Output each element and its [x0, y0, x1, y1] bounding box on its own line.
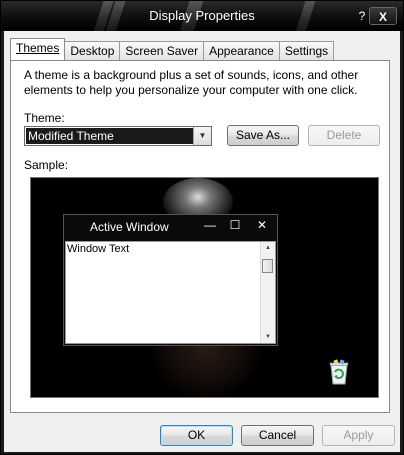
sample-scrollbar: ▲ ▼ — [260, 242, 275, 343]
cancel-button[interactable]: Cancel — [241, 425, 314, 446]
tab-label: Settings — [284, 44, 329, 58]
sample-window-title: Active Window — [90, 220, 169, 234]
display-properties-window: Display Properties ? X Themes Desktop Sc… — [0, 0, 404, 455]
sample-label: Sample: — [24, 158, 69, 172]
ok-button[interactable]: OK — [160, 425, 233, 446]
dialog-client-area: Themes Desktop Screen Saver Appearance S… — [4, 31, 400, 452]
save-as-button[interactable]: Save As... — [227, 125, 299, 146]
sample-window-client: Window Text ▲ ▼ — [65, 241, 276, 344]
apply-button[interactable]: Apply — [322, 425, 395, 446]
title-bar[interactable]: Display Properties ? X — [1, 1, 403, 31]
theme-label: Theme: — [24, 111, 65, 125]
tab-desktop[interactable]: Desktop — [64, 41, 121, 60]
tab-strip: Themes Desktop Screen Saver Appearance S… — [10, 38, 335, 61]
tab-settings[interactable]: Settings — [278, 41, 335, 60]
help-button[interactable]: ? — [355, 7, 369, 25]
close-icon: ✕ — [256, 218, 268, 232]
scroll-thumb — [262, 259, 273, 273]
scroll-down-arrow-icon: ▼ — [265, 334, 271, 340]
themes-panel: A theme is a background plus a set of so… — [10, 60, 390, 413]
tab-screen-saver[interactable]: Screen Saver — [119, 41, 205, 60]
delete-button[interactable]: Delete — [308, 125, 380, 146]
sample-active-window: Active Window — ☐ ✕ Window Text ▲ ▼ — [63, 214, 278, 346]
minimize-icon: — — [204, 218, 216, 232]
recycle-bin-icon — [329, 359, 349, 385]
themes-description: A theme is a background plus a set of so… — [24, 68, 359, 97]
theme-select[interactable]: Modified Theme ▼ — [24, 126, 212, 146]
tab-themes[interactable]: Themes — [10, 38, 66, 60]
sample-window-text: Window Text — [67, 243, 130, 255]
window-title: Display Properties — [149, 8, 255, 23]
tab-label: Themes — [16, 41, 60, 55]
maximize-icon: ☐ — [229, 218, 241, 232]
theme-sample-preview: Active Window — ☐ ✕ Window Text ▲ ▼ — [30, 177, 379, 398]
tab-label: Screen Saver — [125, 44, 199, 58]
chevron-down-icon[interactable]: ▼ — [193, 127, 211, 145]
tab-label: Desktop — [70, 44, 115, 58]
theme-select-value: Modified Theme — [26, 128, 194, 144]
scroll-up-arrow-icon: ▲ — [265, 245, 271, 251]
tab-appearance[interactable]: Appearance — [203, 41, 280, 60]
tab-label: Appearance — [209, 44, 274, 58]
close-button[interactable]: X — [369, 7, 397, 25]
